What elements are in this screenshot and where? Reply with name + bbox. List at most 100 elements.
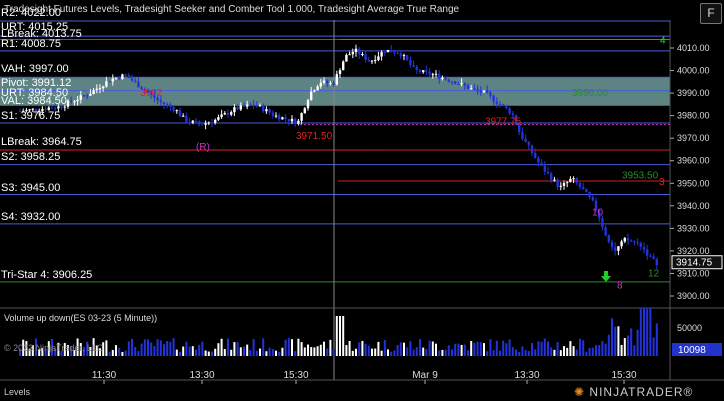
candle-body — [569, 178, 572, 183]
candle-body — [95, 88, 98, 91]
candle-body — [393, 52, 396, 54]
candle-body — [233, 107, 236, 113]
candle-body — [636, 242, 639, 244]
candle-body — [258, 105, 262, 107]
price-tick-label: 3940.00 — [677, 201, 710, 211]
volume-bar — [409, 341, 412, 356]
candle-body — [610, 242, 614, 248]
candle-body — [124, 74, 127, 76]
chart-annotation: 3971.50 — [296, 131, 333, 142]
chart-annotation: 12 — [648, 268, 660, 279]
candle-body — [335, 74, 338, 85]
candle-body — [198, 121, 201, 125]
level-label: VAL: 3984.50 — [1, 95, 67, 108]
volume-bar — [527, 351, 530, 356]
candle-body — [473, 88, 476, 90]
candle-body — [652, 256, 655, 259]
candle-body — [278, 115, 281, 120]
level-label: S1: 3976.75 — [1, 109, 61, 122]
candle-body — [86, 95, 89, 97]
candle-body — [454, 81, 457, 85]
volume-bar — [537, 341, 540, 356]
volume-bar — [115, 345, 117, 356]
candle-body — [268, 109, 271, 113]
volume-bar — [393, 350, 396, 356]
candle-body — [281, 117, 284, 120]
candle-body — [505, 105, 508, 109]
candle-body — [364, 53, 367, 60]
candle-body — [287, 119, 290, 122]
volume-bar — [124, 350, 127, 356]
volume-bar — [377, 341, 380, 356]
candle-body — [191, 120, 194, 123]
volume-bar — [105, 340, 108, 356]
candle-body — [345, 54, 348, 62]
volume-bar — [441, 349, 444, 356]
candle-body — [108, 81, 111, 83]
candle-body — [130, 78, 134, 81]
candle-body — [524, 138, 527, 142]
volume-bar — [454, 343, 457, 356]
candle-body — [399, 53, 402, 56]
volume-bar — [495, 340, 498, 356]
volume-bar — [601, 340, 604, 356]
fullscreen-button[interactable]: F — [700, 3, 722, 24]
candle-body — [422, 70, 425, 73]
chart-canvas[interactable]: 4010.00 4000.00 3990.00 3980.00 3970.00 3960.… — [0, 0, 724, 401]
ninjatrader-logo: ✺ NINJATRADER® — [574, 385, 693, 399]
volume-bar — [166, 341, 169, 356]
price-tick-label: 3930.00 — [677, 223, 710, 233]
volume-bar — [412, 349, 415, 356]
volume-bar — [281, 347, 284, 356]
volume-bar — [518, 351, 521, 356]
candle-body — [185, 115, 188, 123]
candle-body — [210, 122, 214, 124]
volume-bar — [307, 344, 309, 356]
volume-bar — [211, 351, 213, 356]
volume-panel-title: Volume up down(ES 03-23 (5 Minute)) — [4, 313, 158, 323]
volume-bar — [572, 346, 575, 356]
candle-body — [572, 178, 575, 180]
volume-bar — [543, 338, 546, 356]
candle-body — [313, 90, 316, 92]
price-tick-label: 3900.00 — [677, 291, 710, 301]
candle-body — [470, 88, 473, 90]
volume-bar — [236, 342, 239, 356]
candle-body — [207, 122, 210, 124]
time-tick-label: 11:30 — [92, 370, 117, 381]
volume-bar — [444, 349, 447, 356]
volume-bar — [595, 345, 597, 356]
candle-body — [438, 73, 441, 79]
volume-bar — [428, 340, 431, 356]
candle-body — [380, 52, 383, 57]
volume-bar — [620, 344, 623, 356]
volume-bar — [575, 349, 578, 356]
volume-bar — [332, 348, 335, 356]
candle-body — [486, 90, 489, 93]
volume-bar — [147, 339, 149, 356]
volume-bar — [383, 339, 386, 356]
chart-annotation: 8 — [617, 281, 623, 292]
candle-body — [498, 103, 502, 105]
volume-bar — [505, 343, 508, 356]
candle-body — [537, 158, 540, 163]
volume-bar — [265, 351, 268, 356]
candle-body — [578, 183, 582, 188]
volume-bar — [556, 342, 559, 356]
volume-bar — [159, 340, 162, 356]
candle-body — [428, 71, 431, 75]
volume-bar — [425, 349, 428, 356]
candle-body — [204, 123, 207, 125]
volume-bar — [431, 341, 434, 356]
volume-bar — [566, 347, 569, 356]
volume-bar — [143, 339, 146, 356]
volume-bar — [230, 349, 233, 356]
volume-bar — [617, 326, 620, 356]
price-tick-label: 3960.00 — [677, 156, 710, 166]
candle-body — [214, 119, 217, 123]
volume-bar — [502, 340, 505, 356]
candle-body — [620, 241, 623, 247]
candle-body — [559, 185, 562, 187]
candle-body — [489, 92, 492, 96]
level-label: Tri-Star 4: 3906.25 — [1, 268, 93, 281]
